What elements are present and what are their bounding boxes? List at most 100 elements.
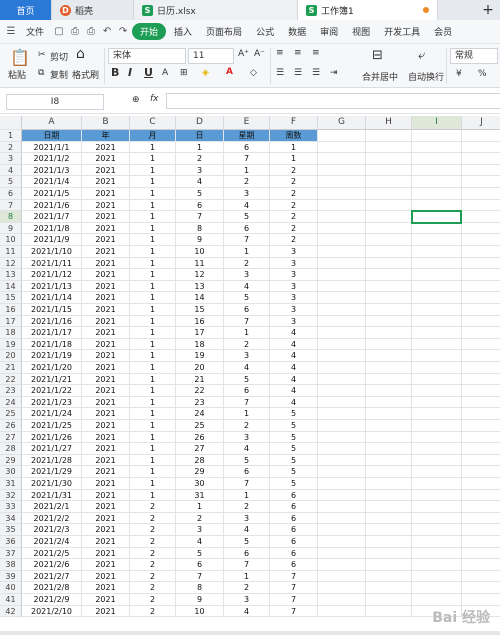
table-cell[interactable]: 7 — [224, 478, 270, 490]
table-cell[interactable]: 7 — [270, 582, 318, 594]
table-cell[interactable]: 2021 — [82, 396, 130, 409]
table-cell[interactable] — [412, 547, 462, 560]
table-cell[interactable] — [366, 536, 412, 548]
format-painter-icon[interactable]: ⌂ — [76, 46, 85, 62]
table-cell[interactable]: 1 — [130, 466, 176, 478]
table-cell[interactable] — [462, 524, 500, 536]
table-cell[interactable]: 5 — [224, 292, 270, 304]
table-cell[interactable]: 30 — [176, 478, 224, 490]
table-cell[interactable] — [462, 443, 500, 455]
table-cell[interactable] — [462, 385, 500, 397]
header-cell[interactable]: 周数 — [270, 130, 318, 142]
table-cell[interactable] — [366, 222, 412, 235]
table-cell[interactable]: 2 — [130, 570, 176, 583]
table-cell[interactable]: 1 — [130, 350, 176, 362]
tab-workbook[interactable]: S 工作簿1 — [298, 0, 438, 20]
table-cell[interactable] — [318, 594, 366, 606]
formula-input[interactable] — [166, 93, 500, 109]
table-cell[interactable]: 2021/1/24 — [22, 408, 82, 420]
table-cell[interactable] — [412, 141, 462, 154]
table-cell[interactable] — [412, 408, 462, 420]
row-header[interactable]: 2 — [0, 141, 22, 154]
table-cell[interactable]: 2021/1/13 — [22, 280, 82, 293]
table-cell[interactable] — [462, 211, 500, 223]
table-cell[interactable]: 5 — [270, 431, 318, 444]
table-cell[interactable] — [412, 431, 462, 444]
table-cell[interactable] — [462, 501, 500, 513]
table-cell[interactable] — [412, 501, 462, 513]
table-cell[interactable] — [412, 350, 462, 362]
table-cell[interactable] — [462, 582, 500, 594]
table-cell[interactable]: 1 — [270, 153, 318, 165]
table-cell[interactable]: 5 — [224, 454, 270, 467]
row-header[interactable]: 26 — [0, 420, 22, 432]
table-cell[interactable]: 1 — [224, 408, 270, 420]
table-cell[interactable] — [462, 466, 500, 478]
table-cell[interactable] — [318, 420, 366, 432]
table-cell[interactable]: 2021 — [82, 420, 130, 432]
row-header[interactable]: 23 — [0, 385, 22, 397]
table-cell[interactable] — [366, 315, 412, 328]
row-header[interactable]: 37 — [0, 547, 22, 560]
table-cell[interactable]: 1 — [130, 164, 176, 177]
table-cell[interactable]: 2021 — [82, 570, 130, 583]
row-header[interactable]: 38 — [0, 559, 22, 571]
align-left-icon[interactable]: ☰ — [276, 68, 284, 78]
table-cell[interactable]: 6 — [270, 536, 318, 548]
table-cell[interactable] — [462, 142, 500, 154]
table-cell[interactable] — [366, 304, 412, 316]
table-cell[interactable] — [412, 524, 462, 536]
table-cell[interactable]: 4 — [270, 362, 318, 374]
column-header[interactable]: G — [318, 116, 366, 130]
table-cell[interactable] — [318, 130, 366, 142]
table-cell[interactable]: 1 — [130, 362, 176, 374]
table-cell[interactable]: 2021/1/3 — [22, 164, 82, 177]
table-cell[interactable] — [366, 512, 412, 525]
table-cell[interactable] — [412, 559, 462, 571]
table-cell[interactable] — [318, 141, 366, 154]
cut-button[interactable]: 剪切 — [50, 50, 68, 63]
table-cell[interactable]: 2 — [130, 547, 176, 560]
wrap-text-icon[interactable]: ⤶ — [418, 48, 425, 63]
table-cell[interactable]: 29 — [176, 466, 224, 478]
table-cell[interactable] — [412, 489, 462, 502]
table-cell[interactable]: 7 — [176, 211, 224, 223]
row-header[interactable]: 32 — [0, 489, 22, 502]
table-cell[interactable]: 18 — [176, 338, 224, 351]
table-cell[interactable]: 2 — [130, 605, 176, 618]
table-cell[interactable]: 2021 — [82, 211, 130, 223]
table-cell[interactable] — [366, 385, 412, 397]
table-cell[interactable] — [412, 246, 462, 258]
row-header[interactable]: 6 — [0, 188, 22, 200]
table-cell[interactable]: 1 — [130, 222, 176, 235]
column-header[interactable]: D — [176, 116, 224, 130]
table-cell[interactable]: 7 — [224, 396, 270, 409]
tab-docer[interactable]: D 稻壳 — [52, 0, 134, 20]
menu-file[interactable]: 文件 — [20, 25, 50, 38]
table-cell[interactable]: 3 — [224, 188, 270, 200]
table-cell[interactable] — [412, 188, 462, 200]
table-cell[interactable]: 5 — [270, 420, 318, 432]
increase-font-icon[interactable]: A⁺ — [238, 49, 249, 59]
row-header[interactable]: 42 — [0, 605, 22, 618]
table-cell[interactable]: 22 — [176, 385, 224, 397]
table-cell[interactable]: 1 — [130, 304, 176, 316]
table-cell[interactable] — [462, 246, 500, 258]
menu-insert[interactable]: 插入 — [168, 25, 198, 38]
table-cell[interactable] — [366, 570, 412, 583]
row-header[interactable]: 24 — [0, 396, 22, 409]
table-cell[interactable]: 1 — [130, 211, 176, 223]
table-cell[interactable]: 2021/1/18 — [22, 338, 82, 351]
header-cell[interactable]: 年 — [82, 130, 130, 142]
table-cell[interactable] — [462, 258, 500, 270]
table-cell[interactable]: 2021 — [82, 199, 130, 212]
table-cell[interactable]: 4 — [270, 396, 318, 409]
table-cell[interactable] — [318, 408, 366, 420]
table-cell[interactable] — [366, 489, 412, 502]
table-cell[interactable]: 6 — [270, 547, 318, 560]
hamburger-icon[interactable]: ☰ — [4, 26, 18, 37]
column-header[interactable]: J — [462, 116, 500, 130]
table-cell[interactable]: 4 — [176, 176, 224, 188]
table-cell[interactable]: 1 — [224, 570, 270, 583]
table-cell[interactable] — [412, 396, 462, 409]
